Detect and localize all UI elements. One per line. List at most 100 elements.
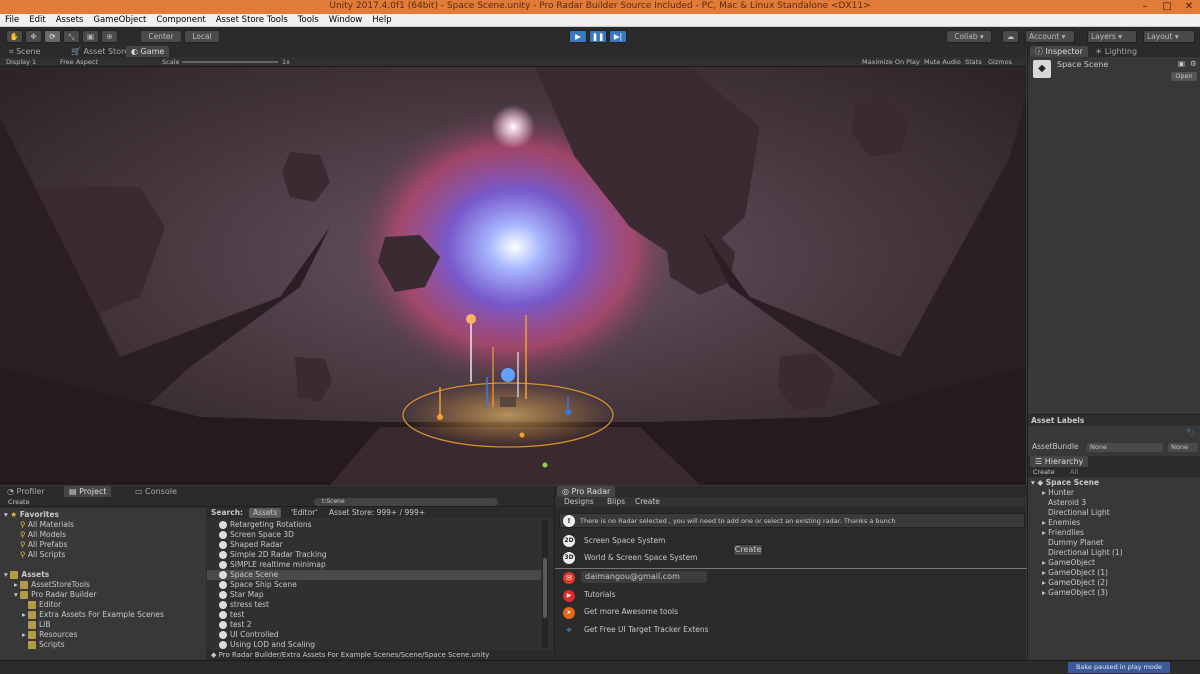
folder-item[interactable]: ▸ Resources (22, 630, 77, 640)
folder-item[interactable]: ▸ AssetStoreTools (14, 580, 90, 590)
account-dropdown[interactable]: Account ▾ (1025, 30, 1075, 43)
scene-result[interactable]: SIMPLE realtime minimap (219, 560, 326, 570)
tab-console[interactable]: ▭ Console (130, 486, 182, 497)
collab-button[interactable]: Collab ▾ (946, 30, 992, 43)
pivot-center-button[interactable]: Center (140, 30, 182, 43)
email-field[interactable]: daimangou@gmail.com (581, 571, 707, 583)
folder-item[interactable]: LIB (28, 620, 51, 630)
scale-slider[interactable] (182, 61, 278, 63)
hierarchy-search-input[interactable]: All (1070, 467, 1078, 477)
asset-variant-dropdown[interactable]: None (1168, 443, 1198, 452)
scene-result[interactable]: test 2 (219, 620, 252, 630)
game-viewport[interactable] (0, 67, 1026, 485)
scene-result[interactable]: Shaped Radar (219, 540, 283, 550)
move-tool-icon[interactable]: ✥ (25, 30, 42, 43)
hierarchy-item[interactable]: ▸ Hunter (1042, 488, 1074, 498)
tab-game[interactable]: ◐ Game (126, 46, 170, 57)
menu-gameobject[interactable]: GameObject (88, 14, 151, 27)
tab-asset-store[interactable]: 🛒 Asset Store (66, 46, 134, 57)
menu-window[interactable]: Window (324, 14, 368, 27)
pivot-local-button[interactable]: Local (184, 30, 220, 43)
hierarchy-scene-root[interactable]: ▾ ◆ Space Scene (1031, 478, 1099, 488)
screen-space-option[interactable]: Screen Space System (584, 536, 665, 546)
scene-result-selected[interactable]: Space Scene (207, 570, 541, 580)
hierarchy-item[interactable]: ▸ GameObject (1042, 558, 1095, 568)
results-scrollbar-thumb[interactable] (543, 558, 547, 618)
close-icon[interactable]: ✕ (1178, 0, 1200, 14)
menu-tools[interactable]: Tools (293, 14, 324, 27)
hierarchy-item[interactable]: ▸ GameObject (1) (1042, 568, 1108, 578)
scene-result[interactable]: test (219, 610, 244, 620)
minimize-icon[interactable]: – (1134, 0, 1156, 14)
subtab-create[interactable]: Create (635, 497, 660, 507)
folder-item[interactable]: Scripts (28, 640, 65, 650)
gizmos-dropdown[interactable]: Gizmos (988, 57, 1012, 67)
hierarchy-item[interactable]: Directional Light (1048, 508, 1110, 518)
scene-result[interactable]: Simple 2D Radar Tracking (219, 550, 327, 560)
step-button[interactable]: ▶| (609, 30, 627, 43)
tab-profiler[interactable]: ◔ Profiler (2, 486, 50, 497)
favorite-item[interactable]: ⚲ All Prefabs (20, 540, 67, 550)
menu-asset-store-tools[interactable]: Asset Store Tools (211, 14, 293, 27)
subtab-designs[interactable]: Designs (564, 497, 594, 507)
scene-result[interactable]: Space Ship Scene (219, 580, 297, 590)
tab-lighting[interactable]: ☀ Lighting (1090, 46, 1142, 57)
rotate-tool-icon[interactable]: ⟳ (44, 30, 61, 43)
scene-result[interactable]: Star Map (219, 590, 264, 600)
tab-inspector[interactable]: ⓘ Inspector (1030, 46, 1088, 57)
folder-item[interactable]: ▸ Extra Assets For Example Scenes (22, 610, 164, 620)
asset-bundle-dropdown[interactable]: None (1087, 443, 1163, 452)
tab-scene[interactable]: ⌗ Scene (4, 46, 45, 57)
folder-item[interactable]: ▾ Pro Radar Builder (14, 590, 96, 600)
assets-root[interactable]: ▾ Assets (4, 570, 49, 580)
menu-assets[interactable]: Assets (51, 14, 89, 27)
maximize-on-play-toggle[interactable]: Maximize On Play (862, 57, 920, 67)
aspect-dropdown[interactable]: Free Aspect (60, 57, 98, 67)
scene-result[interactable]: Retargeting Rotations (219, 520, 312, 530)
layers-dropdown[interactable]: Layers ▾ (1087, 30, 1137, 43)
hierarchy-create-button[interactable]: Create (1033, 467, 1055, 477)
results-scrollbar[interactable] (542, 520, 548, 648)
scale-tool-icon[interactable]: ⤡ (63, 30, 80, 43)
tab-pro-radar[interactable]: ◎ Pro Radar (557, 486, 616, 497)
project-create-button[interactable]: Create (8, 497, 30, 507)
scene-result[interactable]: Screen Space 3D (219, 530, 294, 540)
layout-dropdown[interactable]: Layout ▾ (1143, 30, 1195, 43)
display-dropdown[interactable]: Display 1 (6, 57, 36, 67)
label-tag-icon[interactable]: 🏷 (1186, 428, 1196, 438)
stats-toggle[interactable]: Stats (965, 57, 982, 67)
cloud-icon[interactable]: ☁ (1002, 30, 1019, 43)
target-tracker-link[interactable]: Get Free UI Target Tracker Extens (584, 625, 709, 635)
menu-file[interactable]: File (0, 14, 24, 27)
hierarchy-item[interactable]: Asteroid 3 (1048, 498, 1086, 508)
scope-editor-button[interactable]: 'Editor' (291, 508, 317, 518)
pause-button[interactable]: ❚❚ (589, 30, 607, 43)
help-icon[interactable]: ▣ (1178, 59, 1185, 69)
scope-store-button[interactable]: Asset Store: 999+ / 999+ (329, 508, 425, 518)
menu-edit[interactable]: Edit (24, 14, 50, 27)
menu-help[interactable]: Help (367, 14, 396, 27)
hierarchy-item[interactable]: ▸ GameObject (3) (1042, 588, 1108, 598)
subtab-blips[interactable]: Blips (607, 497, 625, 507)
tab-hierarchy[interactable]: ☰ Hierarchy (1030, 456, 1089, 467)
play-button[interactable]: ▶ (569, 30, 587, 43)
scene-result[interactable]: stress test (219, 600, 269, 610)
scene-result[interactable]: UI Controlled (219, 630, 279, 640)
create-radar-button[interactable]: Create (733, 544, 763, 556)
favorite-item[interactable]: ⚲ All Models (20, 530, 66, 540)
project-search-input[interactable]: t:Scene (314, 498, 498, 506)
scene-result[interactable]: Using LOD and Scaling (219, 640, 315, 650)
hand-tool-icon[interactable]: ✋ (6, 30, 23, 43)
folder-item[interactable]: Editor (28, 600, 61, 610)
open-button[interactable]: Open (1171, 72, 1197, 81)
rect-tool-icon[interactable]: ▣ (82, 30, 99, 43)
menu-component[interactable]: Component (151, 14, 210, 27)
hierarchy-item[interactable]: ▸ GameObject (2) (1042, 578, 1108, 588)
hierarchy-item[interactable]: ▸ Friendlies (1042, 528, 1084, 538)
favorites-header[interactable]: ▾ ★ Favorites (4, 510, 59, 520)
hierarchy-item[interactable]: Directional Light (1) (1048, 548, 1123, 558)
mute-audio-toggle[interactable]: Mute Audio (924, 57, 961, 67)
transform-tool-icon[interactable]: ⊕ (101, 30, 118, 43)
gear-icon[interactable]: ⚙ (1190, 59, 1197, 69)
hierarchy-item[interactable]: Dummy Planet (1048, 538, 1103, 548)
